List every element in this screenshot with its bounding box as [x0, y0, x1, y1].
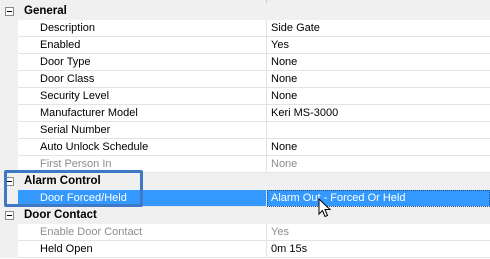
property-name-cell[interactable]: Enable Door Contact — [18, 224, 266, 241]
property-name-cell[interactable]: Security Level — [18, 88, 266, 105]
row-gutter — [0, 156, 18, 173]
property-value-cell[interactable]: Keri MS-3000 — [267, 105, 490, 122]
row-gutter — [0, 122, 18, 139]
property-name: Door Forced/Held — [40, 192, 127, 204]
property-value: None — [271, 56, 298, 68]
property-name: Serial Number — [40, 124, 111, 136]
property-name: Security Level — [40, 90, 110, 102]
row-gutter — [0, 139, 18, 156]
row-gutter — [0, 71, 18, 88]
property-name-cell[interactable]: First Person In — [18, 156, 266, 173]
row-gutter — [0, 54, 18, 71]
row-gutter — [0, 190, 18, 207]
property-value-cell[interactable]: Side Gate — [267, 20, 490, 37]
category-general[interactable]: General — [0, 3, 490, 20]
row-gutter — [0, 88, 18, 105]
row-gutter — [0, 105, 18, 122]
property-value: None — [271, 158, 298, 170]
property-name: Manufacturer Model — [40, 107, 138, 119]
property-value-cell[interactable]: 0m 15s — [267, 241, 490, 258]
row-gutter — [0, 37, 18, 54]
property-row-serial-number[interactable]: Serial Number — [0, 122, 490, 139]
category-background — [18, 3, 490, 20]
row-gutter — [0, 241, 18, 258]
property-name-cell[interactable]: Auto Unlock Schedule — [18, 139, 266, 156]
property-name: Held Open — [40, 243, 93, 255]
property-value: Yes — [271, 226, 289, 238]
property-row-enabled[interactable]: Enabled Yes — [0, 37, 490, 54]
property-value-cell[interactable] — [267, 122, 490, 139]
property-value-cell[interactable]: None — [267, 88, 490, 105]
property-value-cell[interactable]: None — [267, 156, 490, 173]
property-value: Yes — [271, 39, 289, 51]
property-name: Door Type — [40, 56, 91, 68]
property-name: Auto Unlock Schedule — [40, 141, 149, 153]
collapse-minus-icon[interactable] — [5, 177, 14, 186]
category-label: Door Contact — [24, 209, 97, 221]
property-grid: General Description Side Gate Enabled Ye… — [0, 0, 490, 259]
property-name-cell[interactable]: Door Class — [18, 71, 266, 88]
property-value-cell[interactable]: Alarm Out - Forced Or Held — [267, 190, 490, 207]
property-value-cell[interactable]: Yes — [267, 37, 490, 54]
row-gutter — [0, 20, 18, 37]
property-row-door-class[interactable]: Door Class None — [0, 71, 490, 88]
row-gutter — [0, 224, 18, 241]
property-name: First Person In — [40, 158, 112, 170]
property-name-cell[interactable]: Door Type — [18, 54, 266, 71]
property-name-cell[interactable]: Description — [18, 20, 266, 37]
property-value-cell[interactable]: Yes — [267, 224, 490, 241]
property-name: Enabled — [40, 39, 81, 51]
property-value: Alarm Out - Forced Or Held — [271, 192, 406, 204]
property-value: 0m 15s — [271, 243, 308, 255]
property-value-cell[interactable]: None — [267, 71, 490, 88]
property-name-cell[interactable]: Serial Number — [18, 122, 266, 139]
category-label: Alarm Control — [24, 175, 101, 187]
property-row-security-level[interactable]: Security Level None — [0, 88, 490, 105]
property-row-door-forced-held[interactable]: Door Forced/Held Alarm Out - Forced Or H… — [0, 190, 490, 207]
property-row-door-type[interactable]: Door Type None — [0, 54, 490, 71]
property-name-cell[interactable]: Enabled — [18, 37, 266, 54]
property-row-held-open[interactable]: Held Open 0m 15s — [0, 241, 490, 258]
property-row-first-person-in[interactable]: First Person In None — [0, 156, 490, 173]
property-name: Door Class — [40, 73, 95, 85]
property-row-description[interactable]: Description Side Gate — [0, 20, 490, 37]
property-row-enable-door-contact[interactable]: Enable Door Contact Yes — [0, 224, 490, 241]
category-door-contact[interactable]: Door Contact — [0, 207, 490, 224]
property-row-manufacturer-model[interactable]: Manufacturer Model Keri MS-3000 — [0, 105, 490, 122]
property-name-cell[interactable]: Manufacturer Model — [18, 105, 266, 122]
property-value: Keri MS-3000 — [271, 107, 339, 119]
property-row-auto-unlock-schedule[interactable]: Auto Unlock Schedule None — [0, 139, 490, 156]
collapse-minus-icon[interactable] — [5, 7, 14, 16]
category-label: General — [24, 5, 67, 17]
property-value: None — [271, 90, 298, 102]
property-name-cell[interactable]: Held Open — [18, 241, 266, 258]
property-name: Description — [40, 22, 96, 34]
property-value-cell[interactable]: None — [267, 54, 490, 71]
property-value: None — [271, 73, 298, 85]
property-value-cell[interactable]: None — [267, 139, 490, 156]
property-name-cell[interactable]: Door Forced/Held — [18, 190, 266, 207]
property-value: None — [271, 141, 298, 153]
collapse-minus-icon[interactable] — [5, 211, 14, 220]
category-alarm-control[interactable]: Alarm Control — [0, 173, 490, 190]
property-name: Enable Door Contact — [40, 226, 143, 238]
property-value: Side Gate — [271, 22, 320, 34]
